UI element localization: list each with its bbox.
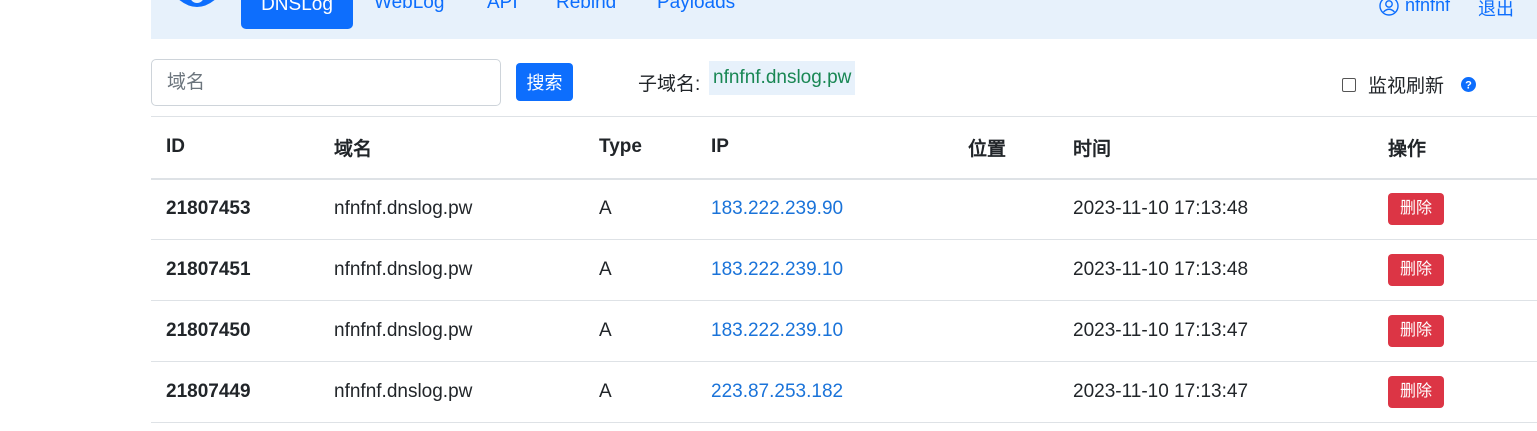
cell-ip-link[interactable]: 183.222.239.90 [711, 179, 968, 240]
table-header-row: ID 域名 Type IP 位置 时间 操作 [151, 116, 1537, 179]
cell-action: 删除 [1388, 179, 1537, 240]
subdomain-value: nfnfnf.dnslog.pw [709, 61, 856, 95]
nav-dnslog-tab[interactable]: DNSLog [241, 0, 353, 29]
delete-button[interactable]: 删除 [1388, 193, 1444, 226]
table-row: 21807451 nfnfnf.dnslog.pw A 183.222.239.… [151, 240, 1537, 301]
nav-dnslog-label: DNSLog [261, 0, 333, 15]
table-row: 21807450 nfnfnf.dnslog.pw A 183.222.239.… [151, 301, 1537, 362]
cell-domain: nfnfnf.dnslog.pw [334, 198, 473, 220]
cell-time: 2023-11-10 17:13:48 [1073, 259, 1249, 280]
cell-id: 21807451 [166, 259, 251, 280]
nav-payloads-link[interactable]: Payloads [657, 0, 735, 29]
delete-button[interactable]: 删除 [1388, 315, 1444, 347]
cell-type: A [599, 381, 612, 402]
nav-payloads-label: Payloads [657, 0, 736, 13]
cell-type: A [599, 320, 612, 341]
table-row: 21807449 nfnfnf.dnslog.pw A 223.87.253.1… [151, 362, 1537, 423]
header-id: ID [166, 136, 185, 158]
dns-log-table: ID 域名 Type IP 位置 时间 操作 21807453 nfnfnf.d… [151, 116, 1537, 423]
nav-rebind-link[interactable]: Rebind [556, 0, 616, 29]
nav-rebind-label: Rebind [556, 0, 617, 13]
cell-location [968, 179, 1073, 240]
cell-time: 2023-11-10 17:13:47 [1073, 381, 1249, 402]
user-menu[interactable]: nfnfnf [1379, 0, 1450, 16]
search-button[interactable]: 搜索 [516, 63, 573, 101]
cell-action: 删除 [1388, 240, 1537, 301]
eye-logo-icon[interactable] [176, 0, 218, 14]
table-row: 21807453 nfnfnf.dnslog.pw A 183.222.239.… [151, 179, 1537, 240]
cell-domain: nfnfnf.dnslog.pw [334, 259, 473, 280]
cell-id: 21807450 [166, 320, 251, 341]
username: nfnfnf [1405, 0, 1451, 15]
header-ip: IP [711, 136, 729, 158]
svg-text:?: ? [1465, 80, 1472, 92]
cell-ip-link[interactable]: 183.222.239.10 [711, 240, 968, 301]
cell-time: 2023-11-10 17:13:48 [1073, 198, 1249, 220]
delete-button[interactable]: 删除 [1388, 376, 1444, 408]
cell-location [968, 301, 1073, 362]
cell-location [968, 362, 1073, 423]
header-action: 操作 [1388, 138, 1427, 160]
cell-action: 删除 [1388, 362, 1537, 423]
cell-id: 21807449 [166, 381, 251, 402]
header-type: Type [599, 136, 642, 158]
cell-type: A [599, 198, 612, 220]
nav-api-label: API [487, 0, 518, 13]
header-time: 时间 [1073, 138, 1112, 160]
cell-location [968, 240, 1073, 301]
monitor-refresh-label: 监视刷新 [1368, 76, 1445, 97]
header-location: 位置 [968, 138, 1007, 160]
subdomain-label: 子域名: [638, 74, 701, 95]
top-navbar [151, 0, 1537, 39]
cell-domain: nfnfnf.dnslog.pw [334, 381, 473, 402]
cell-type: A [599, 259, 612, 280]
nav-weblog-link[interactable]: WebLog [374, 0, 444, 29]
nav-api-link[interactable]: API [487, 0, 518, 29]
cell-ip-link[interactable]: 183.222.239.10 [711, 301, 968, 362]
cell-time: 2023-11-10 17:13:47 [1073, 320, 1249, 341]
monitor-refresh-toggle[interactable]: 监视刷新 [1342, 71, 1444, 98]
cell-id: 21807453 [166, 198, 251, 220]
help-icon[interactable]: ? [1461, 77, 1476, 92]
logout-link[interactable]: 退出 [1478, 0, 1514, 21]
delete-button[interactable]: 删除 [1388, 254, 1444, 286]
cell-domain: nfnfnf.dnslog.pw [334, 320, 473, 341]
nav-weblog-label: WebLog [374, 0, 445, 13]
domain-search-input[interactable] [151, 59, 501, 106]
header-domain: 域名 [334, 138, 373, 160]
user-circle-icon [1379, 0, 1399, 16]
cell-ip-link[interactable]: 223.87.253.182 [711, 362, 968, 423]
monitor-refresh-checkbox[interactable] [1342, 77, 1356, 92]
cell-action: 删除 [1388, 301, 1537, 362]
